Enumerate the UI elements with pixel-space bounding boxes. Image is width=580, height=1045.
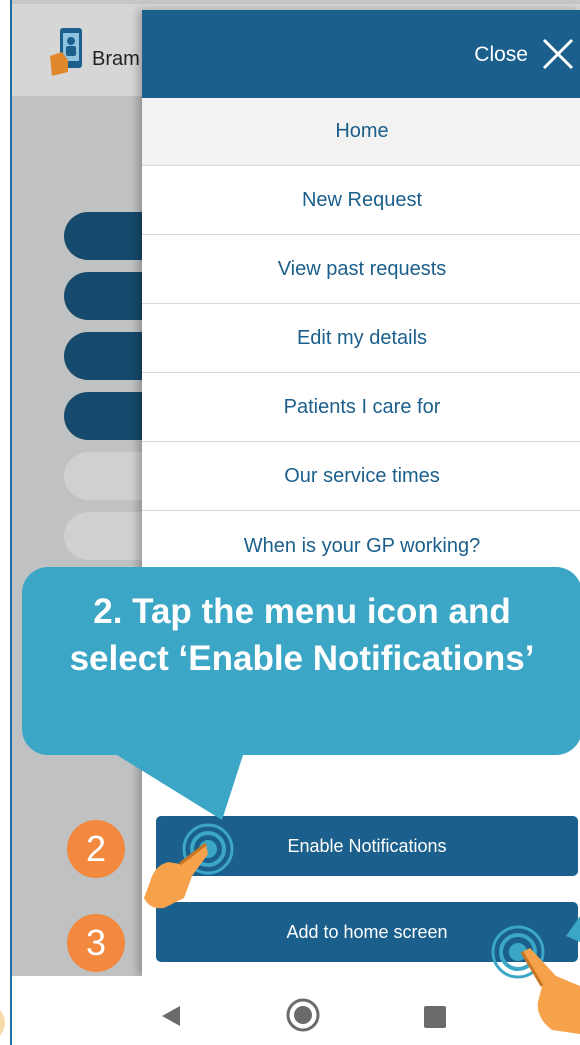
callout-edge-pointer bbox=[566, 916, 580, 942]
android-nav-bar bbox=[12, 976, 580, 1045]
step-2-badge: 2 bbox=[67, 820, 125, 878]
back-icon[interactable] bbox=[160, 1004, 182, 1028]
pointing-hand-icon bbox=[144, 842, 208, 909]
menu-item-our-service-times[interactable]: Our service times bbox=[142, 443, 580, 511]
step-3-badge: 3 bbox=[67, 914, 125, 972]
phone-screen: Bram Close Home New Request View past re… bbox=[10, 0, 580, 1045]
app-logo-icon bbox=[50, 28, 82, 76]
menu-item-new-request[interactable]: New Request bbox=[142, 167, 580, 235]
menu-header: Close bbox=[142, 10, 580, 98]
menu-item-view-past-requests[interactable]: View past requests bbox=[142, 236, 580, 304]
app-name: Bram bbox=[92, 48, 140, 70]
home-icon[interactable] bbox=[286, 998, 320, 1032]
menu-item-edit-my-details[interactable]: Edit my details bbox=[142, 305, 580, 373]
edge-hand-icon bbox=[0, 1010, 5, 1036]
close-label[interactable]: Close bbox=[474, 43, 528, 67]
recent-apps-icon[interactable] bbox=[424, 1006, 446, 1028]
instruction-text: 2. Tap the menu icon and select ‘Enable … bbox=[69, 592, 535, 678]
tutorial-screenshot: Bram Close Home New Request View past re… bbox=[0, 0, 580, 1045]
close-icon[interactable] bbox=[540, 36, 576, 72]
pointing-hand-icon bbox=[520, 948, 580, 1034]
menu-item-home[interactable]: Home bbox=[142, 98, 580, 166]
menu-item-patients-i-care-for[interactable]: Patients I care for bbox=[142, 374, 580, 442]
